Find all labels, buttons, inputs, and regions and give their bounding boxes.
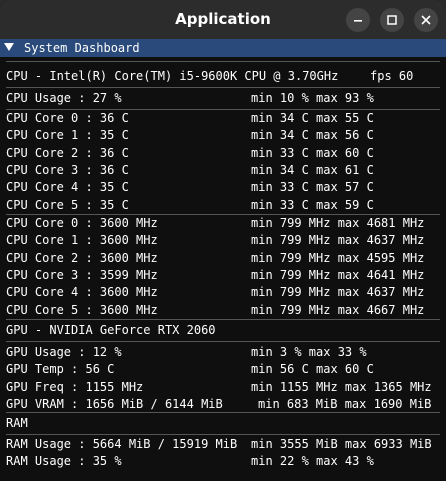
cpu-usage-row: CPU Usage : 27 % min 10 % max 93 % (6, 90, 440, 107)
stat-range: min 33 C max 59 C (251, 197, 374, 212)
separator (6, 87, 440, 88)
separator (6, 434, 440, 435)
stat-range: min 799 MHz max 4595 MHz (251, 250, 425, 265)
stat-label: RAM Usage : 5664 MiB / 15919 MiB (6, 437, 238, 451)
stat-label: RAM Usage : 35 % (6, 454, 122, 469)
fps-counter: fps 60 (370, 69, 414, 83)
stat-row: CPU Core 3 : 36 C min 34 C max 61 C (6, 162, 440, 179)
stat-range: min 799 MHz max 4667 MHz (251, 302, 425, 317)
separator (6, 341, 440, 342)
close-button[interactable] (414, 8, 438, 32)
separator (6, 319, 440, 320)
stat-row: CPU Core 4 : 3600 MHz min 799 MHz max 463… (6, 284, 440, 301)
close-icon (421, 15, 431, 25)
ram-title-row: RAM (6, 415, 440, 432)
stat-range: min 683 MiB max 1690 MiB (258, 396, 432, 411)
separator (6, 61, 440, 62)
stat-row: RAM Usage : 35 % min 22 % max 43 % (6, 453, 440, 470)
cpu-usage-label: CPU Usage : 27 % (6, 91, 122, 105)
stat-row: GPU VRAM : 1656 MiB / 6144 MiB min 683 Mi… (6, 396, 440, 413)
stat-range: min 22 % max 43 % (251, 454, 374, 469)
minimize-icon (354, 20, 362, 22)
stat-label: CPU Core 0 : 36 C (6, 111, 129, 125)
stat-range: min 799 MHz max 4681 MHz (251, 216, 425, 230)
minimize-button[interactable] (346, 8, 370, 32)
stat-range: min 34 C max 56 C (251, 128, 374, 143)
stat-range: min 3 % max 33 % (251, 345, 367, 359)
stat-label: CPU Core 5 : 3600 MHz (6, 302, 158, 317)
dashboard-panel: System Dashboard CPU - Intel(R) Core(TM)… (0, 39, 446, 481)
separator (6, 412, 440, 413)
stat-row: CPU Core 5 : 3600 MHz min 799 MHz max 466… (6, 302, 440, 319)
gpu-name-row: GPU - NVIDIA GeForce RTX 2060 (6, 322, 440, 339)
maximize-icon (387, 15, 397, 25)
stat-row: GPU Usage : 12 % min 3 % max 33 % (6, 344, 440, 361)
stat-range: min 34 C max 61 C (251, 162, 374, 177)
stat-label: CPU Core 5 : 35 C (6, 197, 129, 212)
stat-range: min 34 C max 55 C (251, 111, 374, 125)
cpu-usage-range: min 10 % max 93 % (251, 91, 374, 105)
stat-label: GPU Temp : 56 C (6, 362, 115, 377)
cpu-name-row: CPU - Intel(R) Core(TM) i5-9600K CPU @ 3… (6, 68, 440, 85)
stat-label: CPU Core 3 : 3599 MHz (6, 267, 158, 282)
title-bar[interactable]: Application (0, 0, 446, 39)
app-window: Application System Dashboard CPU - Intel… (0, 0, 446, 481)
gpu-name: GPU - NVIDIA GeForce RTX 2060 (6, 323, 216, 337)
stat-row: CPU Core 4 : 35 C min 33 C max 57 C (6, 179, 440, 196)
stat-label: CPU Core 3 : 36 C (6, 162, 129, 177)
stat-label: CPU Core 4 : 35 C (6, 180, 129, 195)
collapse-arrow-icon (4, 43, 14, 51)
stat-range: min 33 C max 60 C (251, 145, 374, 160)
stat-range: min 3555 MiB max 6933 MiB (251, 437, 432, 451)
dashboard-header[interactable]: System Dashboard (0, 39, 446, 57)
stat-label: GPU VRAM : 1656 MiB / 6144 MiB (6, 396, 223, 411)
stat-range: min 799 MHz max 4637 MHz (251, 233, 425, 248)
stat-row: GPU Freq : 1155 MHz min 1155 MHz max 1365… (6, 379, 440, 396)
dashboard-header-label: System Dashboard (24, 41, 140, 55)
maximize-button[interactable] (380, 8, 404, 32)
stat-row: CPU Core 3 : 3599 MHz min 799 MHz max 464… (6, 267, 440, 284)
stat-label: CPU Core 2 : 36 C (6, 145, 129, 160)
stat-row: CPU Core 2 : 3600 MHz min 799 MHz max 459… (6, 250, 440, 267)
stat-label: GPU Freq : 1155 MHz (6, 379, 144, 394)
stat-row: CPU Core 0 : 36 C min 34 C max 55 C (6, 110, 440, 127)
stat-label: CPU Core 4 : 3600 MHz (6, 285, 158, 300)
stat-label: CPU Core 0 : 3600 MHz (6, 216, 158, 230)
stat-range: min 56 C max 60 C (251, 362, 374, 377)
ram-title: RAM (6, 416, 28, 430)
stat-label: CPU Core 1 : 35 C (6, 128, 129, 143)
stat-label: CPU Core 1 : 3600 MHz (6, 233, 158, 248)
cpu-name: CPU - Intel(R) Core(TM) i5-9600K CPU @ 3… (6, 69, 339, 83)
stat-label: CPU Core 2 : 3600 MHz (6, 250, 158, 265)
stat-row: CPU Core 1 : 35 C min 34 C max 56 C (6, 127, 440, 144)
stat-row: CPU Core 2 : 36 C min 33 C max 60 C (6, 145, 440, 162)
stat-range: min 799 MHz max 4637 MHz (251, 285, 425, 300)
stat-range: min 1155 MHz max 1365 MHz (251, 379, 432, 394)
stat-row: GPU Temp : 56 C min 56 C max 60 C (6, 361, 440, 378)
stat-row: CPU Core 1 : 3600 MHz min 799 MHz max 463… (6, 232, 440, 249)
stat-range: min 33 C max 57 C (251, 180, 374, 195)
stat-row: CPU Core 0 : 3600 MHz min 799 MHz max 468… (6, 215, 440, 232)
stat-label: GPU Usage : 12 % (6, 345, 122, 359)
stat-row: RAM Usage : 5664 MiB / 15919 MiB min 3555… (6, 436, 440, 453)
stat-row: CPU Core 5 : 35 C min 33 C max 59 C (6, 197, 440, 214)
stat-range: min 799 MHz max 4641 MHz (251, 267, 425, 282)
